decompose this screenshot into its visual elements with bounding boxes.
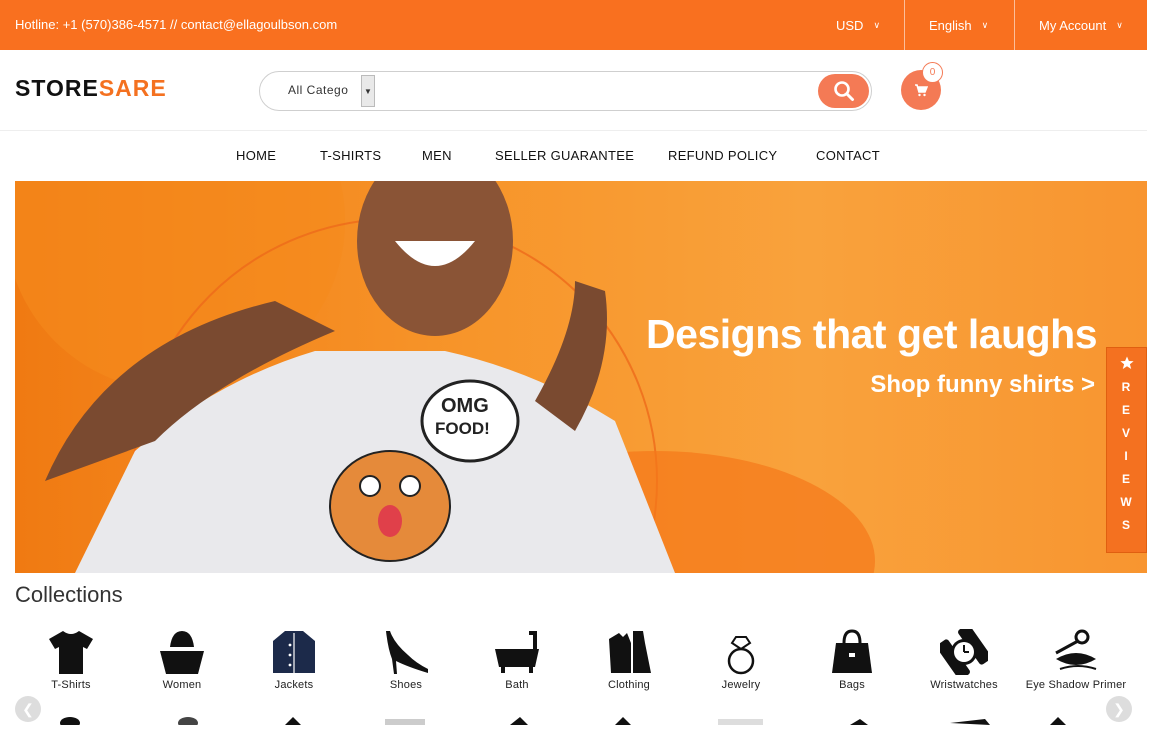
banner-cta-link[interactable]: Shop funny shirts > — [870, 371, 1095, 399]
collection-item-jackets[interactable]: Jackets — [239, 625, 349, 691]
category-select[interactable]: All Catego — [288, 83, 348, 97]
tshirt-icon — [49, 631, 93, 674]
heel-shoe-icon — [386, 631, 428, 674]
account-menu[interactable]: My Account ∨ — [1039, 0, 1123, 50]
reviews-letter: R — [1121, 380, 1132, 394]
logo-part-2: SARE — [98, 75, 167, 101]
collection-item-bags[interactable]: Bags — [797, 625, 907, 691]
collection-item-jewelry[interactable]: Jewelry — [686, 625, 796, 691]
collection-item-tshirts[interactable]: T-Shirts — [16, 625, 126, 691]
reviews-letter: S — [1121, 518, 1131, 532]
nav-item-tshirts[interactable]: T-SHIRTS — [320, 148, 381, 163]
reviews-tab[interactable]: R E V I E W S — [1106, 347, 1147, 553]
ring-icon — [727, 636, 755, 675]
nav-item-seller-guarantee[interactable]: SELLER GUARANTEE — [495, 148, 634, 163]
collection-item-eye-shadow-primer[interactable]: Eye Shadow Primer — [1021, 625, 1131, 691]
nav-item-men[interactable]: MEN — [422, 148, 452, 163]
women-hat-icon — [160, 631, 204, 674]
chevron-down-icon: ∨ — [981, 19, 989, 30]
collections-row-2 — [0, 712, 1147, 729]
search-input[interactable] — [380, 76, 810, 106]
bathtub-icon — [495, 631, 539, 673]
top-bar: Hotline: +1 (570)386-4571 // contact@ell… — [0, 0, 1147, 50]
collection-label: Clothing — [608, 679, 650, 691]
reviews-letter: V — [1121, 426, 1131, 440]
reviews-letter: E — [1121, 403, 1131, 417]
currency-label: USD — [836, 17, 864, 33]
collection-label: Shoes — [389, 679, 423, 691]
language-label: English — [929, 17, 972, 33]
divider — [904, 0, 905, 50]
collection-label: Bath — [505, 679, 529, 691]
collections-title: Collections — [15, 582, 123, 607]
clothing-icon — [609, 631, 651, 673]
collection-item-bath[interactable]: Bath — [462, 625, 572, 691]
chevron-down-icon: ∨ — [873, 19, 881, 30]
collection-item-clothing[interactable]: Clothing — [574, 625, 684, 691]
collection-label: Wristwatches — [930, 679, 998, 691]
reviews-letter: W — [1120, 495, 1133, 509]
divider — [1014, 0, 1015, 50]
nav-item-contact[interactable]: CONTACT — [816, 148, 880, 163]
account-label: My Account — [1039, 17, 1107, 33]
shirt-text-2: FOOD! — [435, 419, 490, 438]
reviews-letter: I — [1124, 449, 1129, 463]
chevron-down-icon: ∨ — [1116, 19, 1123, 30]
handbag-icon — [832, 629, 872, 673]
collection-label: Bags — [839, 679, 865, 691]
caret-down-icon[interactable]: ▼ — [361, 75, 375, 107]
wristwatch-icon — [940, 629, 988, 675]
nav-item-home[interactable]: HOME — [236, 148, 276, 163]
collection-label: Jewelry — [721, 679, 761, 691]
collection-item-shoes[interactable]: Shoes — [351, 625, 461, 691]
hero-banner[interactable]: OMG FOOD! Designs that get laughs Shop f… — [15, 181, 1147, 573]
collection-label: Eye Shadow Primer — [1025, 679, 1127, 691]
cart-count-badge: 0 — [922, 62, 943, 83]
search-bar: All Catego ▼ — [259, 71, 872, 111]
star-icon — [1119, 356, 1134, 369]
cropped-icons-row — [60, 717, 1066, 729]
eye-shadow-icon — [1055, 629, 1097, 670]
cart-icon — [915, 84, 928, 97]
logo-part-1: STORE — [15, 75, 99, 101]
reviews-letter: E — [1121, 472, 1131, 486]
nav-item-refund-policy[interactable]: REFUND POLICY — [668, 148, 777, 163]
language-selector[interactable]: English ∨ — [929, 0, 988, 50]
collection-label: T-Shirts — [51, 679, 91, 691]
collection-item-wristwatches[interactable]: Wristwatches — [909, 625, 1019, 691]
site-header: STORESARE All Catego ▼ 0 — [0, 50, 1147, 131]
hotline-text: Hotline: +1 (570)386-4571 // contact@ell… — [15, 17, 338, 32]
jacket-icon — [273, 631, 315, 673]
collection-label: Jackets — [274, 679, 314, 691]
collection-label: Women — [162, 679, 202, 691]
search-button[interactable] — [818, 74, 869, 108]
store-logo[interactable]: STORESARE — [15, 75, 167, 102]
main-nav: HOME T-SHIRTS MEN SELLER GUARANTEE REFUN… — [0, 131, 1147, 181]
banner-headline: Designs that get laughs — [646, 311, 1097, 357]
shirt-text-1: OMG — [441, 395, 489, 417]
currency-selector[interactable]: USD ∨ — [836, 0, 880, 50]
collection-item-women[interactable]: Women — [127, 625, 237, 691]
search-icon — [833, 81, 854, 101]
